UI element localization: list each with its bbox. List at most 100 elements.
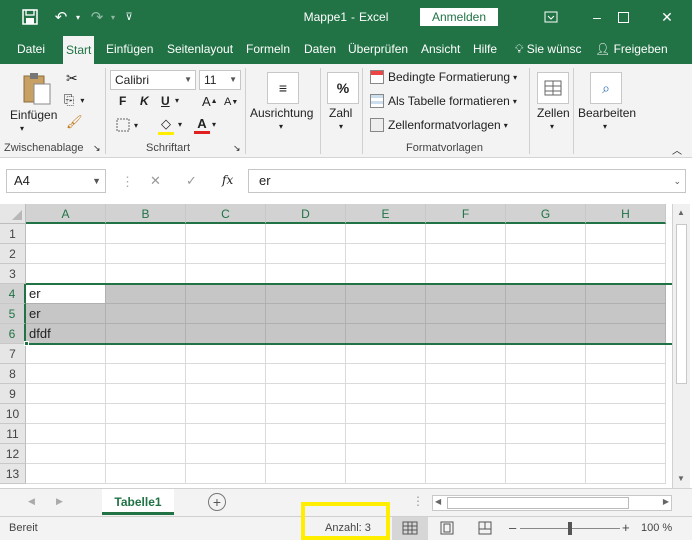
cell-b9[interactable] (106, 384, 186, 404)
cell-b2[interactable] (106, 244, 186, 264)
font-color-dropdown-icon[interactable]: ▾ (212, 120, 216, 129)
cell-f5[interactable] (426, 304, 506, 324)
cell-g6[interactable] (506, 324, 586, 344)
cancel-icon[interactable]: ✕ (150, 173, 161, 189)
splitter-icon[interactable]: ⋮ (412, 494, 424, 508)
cell-c1[interactable] (186, 224, 266, 244)
row-header-2[interactable]: 2 (0, 244, 26, 264)
scroll-left-icon[interactable]: ◀ (435, 497, 441, 506)
share-button[interactable]: 👤︎ Freigeben (592, 34, 671, 64)
page-layout-view-icon[interactable] (440, 521, 454, 538)
cell-a10[interactable] (26, 404, 106, 424)
ribbon-display-options-icon[interactable] (528, 0, 574, 34)
fill-color-icon[interactable]: ◇ (158, 116, 174, 135)
insert-function-icon[interactable]: fx (222, 173, 233, 187)
cell-c5[interactable] (186, 304, 266, 324)
cell-d10[interactable] (266, 404, 346, 424)
zoom-level[interactable]: 100 % (641, 522, 672, 534)
cells-dropdown-icon[interactable]: ▾ (550, 122, 554, 131)
cell-e7[interactable] (346, 344, 426, 364)
cell-a7[interactable] (26, 344, 106, 364)
alignment-button[interactable]: Ausrichtung (250, 106, 313, 120)
row-header-3[interactable]: 3 (0, 264, 26, 284)
alignment-icon[interactable]: ≡ (267, 72, 299, 104)
cell-f2[interactable] (426, 244, 506, 264)
cell-c3[interactable] (186, 264, 266, 284)
cell-d3[interactable] (266, 264, 346, 284)
cell-f1[interactable] (426, 224, 506, 244)
scroll-thumb[interactable] (676, 224, 687, 384)
zoom-in-icon[interactable]: + (622, 520, 630, 535)
number-dropdown-icon[interactable]: ▾ (339, 122, 343, 131)
row-header-13[interactable]: 13 (0, 464, 26, 484)
paste-dropdown-icon[interactable]: ▾ (20, 124, 24, 133)
cell-g10[interactable] (506, 404, 586, 424)
cell-a5[interactable]: er (26, 304, 106, 324)
format-as-table-button[interactable]: Als Tabelle formatieren ▾ (370, 94, 517, 108)
row-header-7[interactable]: 7 (0, 344, 26, 364)
cell-b3[interactable] (106, 264, 186, 284)
column-header-b[interactable]: B (106, 204, 186, 224)
column-header-c[interactable]: C (186, 204, 266, 224)
cell-e10[interactable] (346, 404, 426, 424)
cell-c12[interactable] (186, 444, 266, 464)
cell-d2[interactable] (266, 244, 346, 264)
vertical-scrollbar[interactable]: ▲ ▼ (672, 204, 690, 488)
collapse-ribbon-icon[interactable]: ︿ (672, 142, 682, 157)
cell-c8[interactable] (186, 364, 266, 384)
cell-h10[interactable] (586, 404, 666, 424)
row-header-9[interactable]: 9 (0, 384, 26, 404)
cell-d7[interactable] (266, 344, 346, 364)
tab-hilfe[interactable]: Hilfe (470, 34, 500, 64)
cell-h1[interactable] (586, 224, 666, 244)
row-header-10[interactable]: 10 (0, 404, 26, 424)
row-header-5[interactable]: 5 (0, 304, 26, 324)
cell-f3[interactable] (426, 264, 506, 284)
cell-d6[interactable] (266, 324, 346, 344)
font-color-icon[interactable]: A (194, 116, 210, 134)
copy-icon[interactable]: ⎘ ▾ (64, 92, 84, 108)
cell-c2[interactable] (186, 244, 266, 264)
row-header-1[interactable]: 1 (0, 224, 26, 244)
prev-sheet-icon[interactable]: ◀ (28, 496, 35, 507)
cell-b12[interactable] (106, 444, 186, 464)
bold-button[interactable]: F (119, 94, 126, 108)
cell-g2[interactable] (506, 244, 586, 264)
row-header-4[interactable]: 4 (0, 284, 26, 304)
cell-b13[interactable] (106, 464, 186, 484)
cell-c10[interactable] (186, 404, 266, 424)
tab-seitenlayout[interactable]: Seitenlayout (164, 34, 236, 64)
scroll-down-icon[interactable]: ▼ (677, 474, 685, 483)
cell-g5[interactable] (506, 304, 586, 324)
worksheet-grid[interactable]: A B C D E F G H 1 2 3 4 er 5 er 6 dfdf 7 8 9 10 11 12 13 (0, 204, 692, 488)
cell-h7[interactable] (586, 344, 666, 364)
cell-d13[interactable] (266, 464, 346, 484)
column-header-a[interactable]: A (26, 204, 106, 224)
font-launcher-icon[interactable]: ↘ (233, 143, 241, 154)
paste-button[interactable]: Einfügen (10, 108, 57, 122)
cell-c6[interactable] (186, 324, 266, 344)
cell-e9[interactable] (346, 384, 426, 404)
cell-d8[interactable] (266, 364, 346, 384)
scroll-right-icon[interactable]: ▶ (663, 497, 669, 506)
cell-d9[interactable] (266, 384, 346, 404)
cell-d12[interactable] (266, 444, 346, 464)
row-header-12[interactable]: 12 (0, 444, 26, 464)
tab-start[interactable]: Start (63, 36, 95, 64)
cell-a8[interactable] (26, 364, 106, 384)
next-sheet-icon[interactable]: ▶ (56, 496, 63, 507)
column-header-h[interactable]: H (586, 204, 666, 224)
horizontal-scroll-thumb[interactable] (447, 497, 629, 509)
underline-dropdown-icon[interactable]: ▾ (175, 96, 179, 105)
cell-e4[interactable] (346, 284, 426, 304)
cell-e3[interactable] (346, 264, 426, 284)
horizontal-scrollbar[interactable]: ◀ ▶ (432, 495, 672, 511)
cell-e2[interactable] (346, 244, 426, 264)
cell-h9[interactable] (586, 384, 666, 404)
cell-b5[interactable] (106, 304, 186, 324)
clipboard-launcher-icon[interactable]: ↘ (93, 143, 101, 154)
cell-a4[interactable]: er (26, 284, 106, 304)
cell-f13[interactable] (426, 464, 506, 484)
cell-g3[interactable] (506, 264, 586, 284)
sheet-tab-tabelle1[interactable]: Tabelle1 (102, 489, 174, 515)
